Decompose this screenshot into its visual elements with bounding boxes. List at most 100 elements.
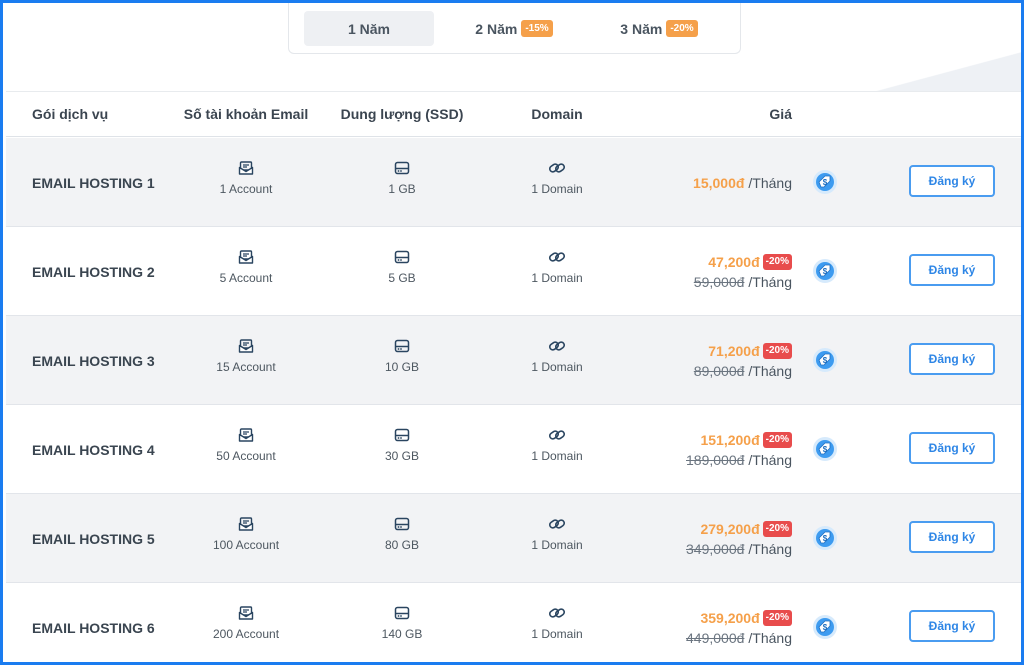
sale-price: 151,200đ: [700, 431, 760, 448]
price-unit: /Tháng: [748, 451, 792, 468]
tab-2-years[interactable]: 2 Năm -15%: [449, 11, 579, 46]
domain-value: 1 Domain: [531, 627, 583, 641]
price-tag-coin-icon[interactable]: $: [812, 525, 838, 551]
domain-value: 1 Domain: [531, 538, 583, 552]
tab-1-year[interactable]: 1 Năm: [304, 11, 434, 46]
link-icon: [548, 160, 566, 176]
link-icon: [548, 427, 566, 443]
domain-cell: 1 Domain: [482, 605, 632, 641]
sale-price: 71,200đ: [708, 342, 760, 359]
hard-drive-icon: [394, 516, 410, 532]
svg-text:$: $: [823, 623, 828, 632]
svg-text:$: $: [823, 178, 828, 187]
register-button[interactable]: Đăng ký: [909, 610, 995, 642]
decorative-shape: [871, 51, 1021, 93]
table-row: EMAIL HOSTING 3 15 Account 10 GB 1 Domain 71…: [6, 316, 1021, 405]
link-icon: [548, 516, 566, 532]
price-tag-coin-icon[interactable]: $: [812, 169, 838, 195]
storage-cell: 30 GB: [327, 427, 477, 463]
storage-value: 5 GB: [388, 271, 416, 285]
header-price: Giá: [769, 106, 792, 122]
storage-cell: 80 GB: [327, 516, 477, 552]
hard-drive-icon: [394, 338, 410, 354]
svg-text:$: $: [823, 534, 828, 543]
price: 15,000đ: [693, 174, 745, 191]
original-price: 449,000đ: [686, 629, 745, 646]
storage-value: 1 GB: [388, 182, 416, 196]
storage-value: 10 GB: [384, 360, 420, 374]
register-button[interactable]: Đăng ký: [909, 343, 995, 375]
price-cell: 47,200đ -20% 59,000đ/Tháng: [694, 227, 792, 316]
table-row: EMAIL HOSTING 5 100 Account 80 GB 1 Domain 2…: [6, 494, 1021, 583]
price-cell: 15,000đ/Tháng: [693, 138, 792, 227]
mail-icon: [238, 249, 254, 265]
price-tag-coin-icon[interactable]: $: [812, 258, 838, 284]
accounts-value: 5 Account: [219, 271, 273, 285]
original-price: 59,000đ: [693, 273, 745, 290]
storage-cell: 140 GB: [327, 605, 477, 641]
price-tag-coin-icon[interactable]: $: [812, 347, 838, 373]
hard-drive-icon: [394, 605, 410, 621]
billing-period-tabs: 1 Năm 2 Năm -15% 3 Năm -20%: [288, 3, 741, 54]
accounts-value: 200 Account: [212, 627, 280, 641]
package-name: EMAIL HOSTING 3: [32, 352, 155, 369]
svg-text:$: $: [823, 445, 828, 454]
sale-badge: -20%: [762, 253, 792, 270]
table-header: Gói dịch vụ Số tài khoản Email Dung lượn…: [6, 91, 1021, 137]
domain-value: 1 Domain: [531, 182, 583, 196]
link-icon: [548, 338, 566, 354]
accounts-cell: 1 Account: [171, 160, 321, 196]
link-icon: [548, 249, 566, 265]
tab-label: 2 Năm: [475, 20, 518, 37]
svg-text:$: $: [823, 356, 828, 365]
tab-3-years[interactable]: 3 Năm -20%: [594, 11, 724, 46]
accounts-cell: 100 Account: [171, 516, 321, 552]
svg-text:$: $: [823, 267, 828, 276]
storage-cell: 10 GB: [327, 338, 477, 374]
header-package: Gói dịch vụ: [32, 106, 109, 122]
register-button[interactable]: Đăng ký: [909, 165, 995, 197]
accounts-value: 1 Account: [219, 182, 273, 196]
storage-value: 30 GB: [384, 449, 420, 463]
tab-label: 1 Năm: [347, 20, 391, 37]
header-accounts: Số tài khoản Email: [183, 106, 309, 122]
package-name: EMAIL HOSTING 2: [32, 263, 155, 280]
price-tag-coin-icon[interactable]: $: [812, 614, 838, 640]
price-cell: 359,200đ -20% 449,000đ/Tháng: [686, 583, 792, 662]
register-button[interactable]: Đăng ký: [909, 521, 995, 553]
hard-drive-icon: [394, 160, 410, 176]
header-storage: Dung lượng (SSD): [340, 106, 464, 122]
domain-cell: 1 Domain: [482, 160, 632, 196]
domain-value: 1 Domain: [531, 449, 583, 463]
original-price: 89,000đ: [693, 362, 745, 379]
storage-value: 140 GB: [381, 627, 423, 641]
price-tag-coin-icon[interactable]: $: [812, 436, 838, 462]
price-unit: /Tháng: [748, 273, 792, 290]
register-button[interactable]: Đăng ký: [909, 254, 995, 286]
sale-badge: -20%: [762, 431, 792, 448]
price-unit: /Tháng: [748, 629, 792, 646]
package-name: EMAIL HOSTING 6: [32, 619, 155, 636]
price-cell: 71,200đ -20% 89,000đ/Tháng: [694, 316, 792, 405]
table-row: EMAIL HOSTING 6 200 Account 140 GB 1 Domain…: [6, 583, 1021, 662]
storage-value: 80 GB: [384, 538, 420, 552]
package-name: EMAIL HOSTING 1: [32, 174, 155, 191]
accounts-value: 50 Account: [216, 449, 276, 463]
price-cell: 151,200đ -20% 189,000đ/Tháng: [686, 405, 792, 494]
accounts-cell: 200 Account: [171, 605, 321, 641]
table-row: EMAIL HOSTING 1 1 Account 1 GB 1 Domain 15,0…: [6, 138, 1021, 227]
mail-icon: [238, 427, 254, 443]
price-cell: 279,200đ -20% 349,000đ/Tháng: [686, 494, 792, 583]
storage-cell: 5 GB: [327, 249, 477, 285]
accounts-cell: 15 Account: [171, 338, 321, 374]
sale-price: 279,200đ: [700, 520, 760, 537]
sale-price: 359,200đ: [700, 609, 760, 626]
sale-badge: -20%: [762, 609, 792, 626]
mail-icon: [238, 338, 254, 354]
mail-icon: [238, 516, 254, 532]
pricing-frame: 1 Năm 2 Năm -15% 3 Năm -20% Gói dịch vụ …: [0, 0, 1024, 665]
register-button[interactable]: Đăng ký: [909, 432, 995, 464]
mail-icon: [238, 605, 254, 621]
accounts-value: 100 Account: [212, 538, 280, 552]
sale-badge: -20%: [762, 342, 792, 359]
